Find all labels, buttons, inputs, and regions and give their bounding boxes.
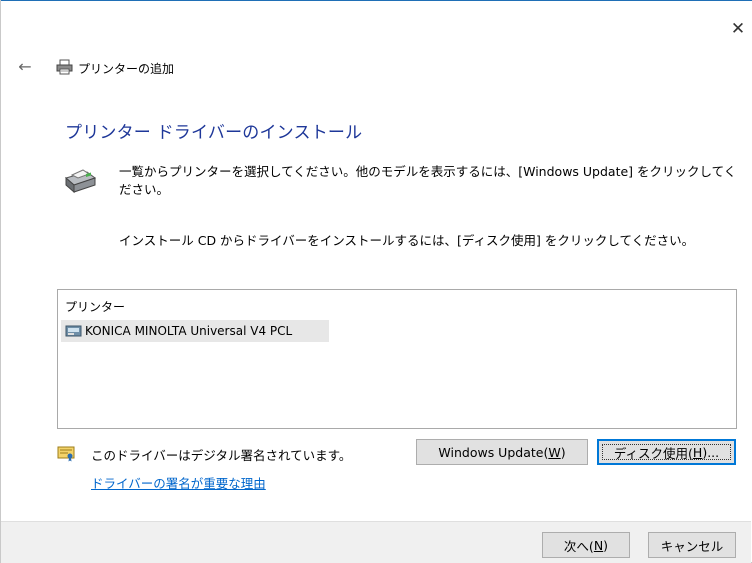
printer-driver-icon — [65, 325, 82, 337]
windows-update-label: Windows Update( — [438, 444, 549, 460]
signature-info-link[interactable]: ドライバーの署名が重要な理由 — [91, 473, 266, 492]
window-top-border — [0, 0, 752, 1]
instruction-text: 一覧からプリンターを選択してください。他のモデルを表示するには、[Windows… — [119, 164, 737, 197]
back-arrow-icon[interactable]: ← — [16, 58, 34, 76]
next-mnemonic: N — [593, 537, 604, 553]
page-heading: プリンター ドライバーのインストール — [65, 123, 363, 143]
dialog-footer — [1, 521, 751, 563]
listbox-header: プリンター — [65, 300, 126, 314]
signature-status: このドライバーはデジタル署名されています。 — [91, 448, 352, 463]
windows-update-mnemonic: W — [548, 444, 561, 460]
list-item-label: KONICA MINOLTA Universal V4 PCL — [85, 324, 293, 338]
next-button[interactable]: 次へ(N) — [542, 532, 630, 558]
window-title: プリンターの追加 — [78, 62, 175, 76]
printer-icon — [56, 59, 73, 75]
printer-listbox[interactable]: プリンター KONICA MINOLTA Universal V4 PCL — [57, 289, 737, 429]
next-label: 次へ( — [563, 538, 594, 554]
windows-update-button[interactable]: Windows Update(W) — [416, 439, 588, 465]
windows-update-suffix: ) — [560, 444, 566, 460]
focus-rectangle — [602, 444, 731, 460]
disk-instruction-text: インストール CD からドライバーをインストールするには、[ディスク使用] をク… — [119, 233, 695, 248]
cancel-label: キャンセル — [660, 538, 724, 554]
cancel-button[interactable]: キャンセル — [648, 532, 736, 558]
printer-icon — [64, 169, 97, 194]
next-suffix: ) — [603, 537, 609, 553]
have-disk-button[interactable]: ディスク使用(H)... — [597, 439, 736, 465]
close-icon[interactable]: ✕ — [724, 18, 752, 40]
list-item[interactable]: KONICA MINOLTA Universal V4 PCL — [61, 320, 329, 342]
certificate-icon — [57, 446, 75, 462]
